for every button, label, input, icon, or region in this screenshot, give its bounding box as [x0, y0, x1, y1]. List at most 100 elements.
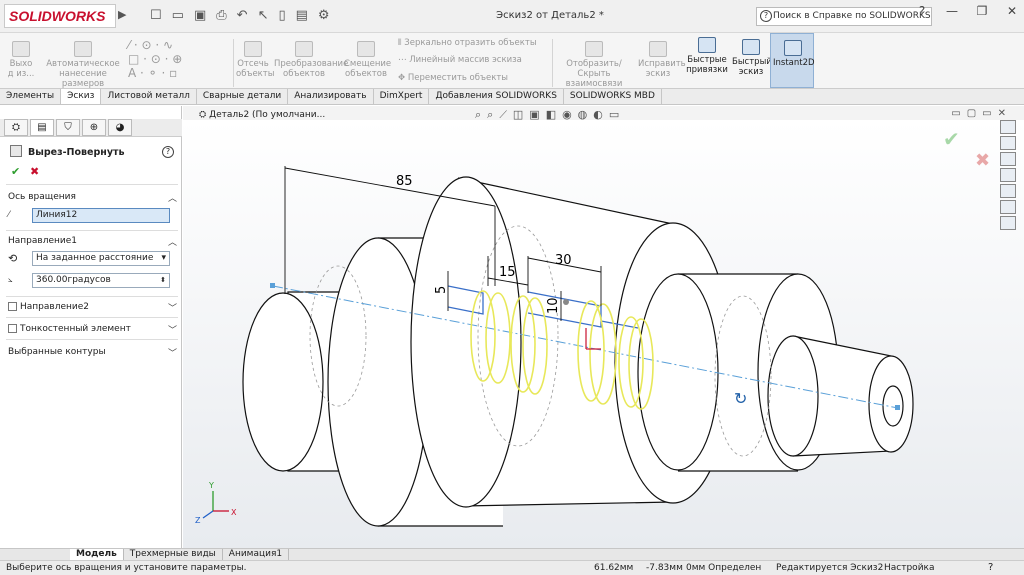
instant2d-label: Instant2D	[773, 58, 815, 68]
menu-expand-icon[interactable]: ▶	[118, 8, 126, 21]
save-icon[interactable]: ▣	[194, 8, 206, 23]
view-palette-icon[interactable]	[1000, 168, 1016, 182]
status-z: 0мм Определен	[686, 563, 762, 573]
axis-endpoint	[895, 405, 900, 410]
move-label: Переместить объекты	[407, 73, 509, 83]
thin-feature-row[interactable]: Тонкостенный элемент	[8, 324, 131, 334]
options-gear-icon[interactable]: ⚙	[318, 8, 330, 23]
help-question-icon: ?	[760, 10, 772, 22]
dim-85-label[interactable]: 85	[396, 174, 413, 189]
tab-weldments[interactable]: Сварные детали	[197, 89, 289, 104]
tab-mbd[interactable]: SOLIDWORKS MBD	[564, 89, 662, 104]
rapid-sketch-button[interactable]: Быстрый эскиз	[732, 39, 772, 77]
convert-icon	[295, 41, 313, 57]
angle-input[interactable]: 360.00градусов ⬍	[32, 273, 170, 288]
collapse-chevron-icon[interactable]: ︿	[168, 191, 177, 204]
window-controls: ? — ❐ ✕	[910, 4, 1024, 18]
offset-button[interactable]: Смещение объектов	[344, 41, 391, 79]
convert-button[interactable]: Преобразование объектов	[274, 41, 348, 79]
show-hide-relations-button[interactable]: Отобразить/Скрыть взаимосвязи	[555, 41, 633, 89]
help-icon[interactable]: ?	[162, 146, 174, 158]
rapid-sketch-label: Быстрый эскиз	[732, 57, 772, 77]
undo-icon[interactable]: ↶	[237, 8, 248, 23]
appearances-icon[interactable]	[1000, 184, 1016, 198]
triad-x-label: X	[231, 508, 237, 517]
help-search-text: Поиск в Справке по SOLIDWORKS	[773, 11, 931, 21]
status-settings[interactable]: Настройка	[884, 561, 935, 575]
close-button[interactable]: ✕	[1000, 4, 1024, 18]
print-icon[interactable]: ⎙	[216, 8, 226, 23]
dim-10-label[interactable]: 10	[546, 297, 561, 314]
forum-icon[interactable]	[1000, 216, 1016, 230]
mirror-button[interactable]: ⫴ Зеркально отразить объекты	[398, 38, 537, 48]
direction2-row[interactable]: Направление2	[8, 302, 89, 312]
configuration-tab-icon[interactable]: ⛉	[56, 119, 80, 136]
minimize-button[interactable]: —	[940, 4, 964, 18]
instant2d-icon	[784, 40, 802, 56]
tab-model[interactable]: Модель	[70, 549, 124, 560]
restore-button[interactable]: ❐	[970, 4, 994, 18]
linear-pattern-button[interactable]: ⋯ Линейный массив эскиза	[398, 55, 522, 65]
axis-section-header[interactable]: Ось вращения	[8, 192, 76, 202]
thin-feature-checkbox[interactable]	[8, 324, 17, 333]
move-button[interactable]: ✥ Переместить объекты	[398, 73, 508, 83]
file-properties-icon[interactable]: ▤	[296, 8, 308, 23]
design-library-icon[interactable]	[1000, 136, 1016, 150]
cancel-button[interactable]: ✖	[30, 165, 39, 178]
graphics-area[interactable]: ⛭ Деталь2 (По умолчани... ⌕⌕⟋◫▣◧◉◍◐▭ ▭▢▭…	[183, 106, 1024, 548]
tab-animation[interactable]: Анимация1	[223, 549, 290, 560]
instant2d-button[interactable]: Instant2D	[770, 33, 815, 88]
tab-evaluate[interactable]: Анализировать	[288, 89, 374, 104]
dim-30-label[interactable]: 30	[555, 253, 572, 268]
feature-tree-tab-icon[interactable]: ⛭	[4, 119, 28, 136]
reverse-direction-icon[interactable]: ⟲	[8, 252, 17, 265]
sw-resources-icon[interactable]	[1000, 120, 1016, 134]
ok-button[interactable]: ✔	[11, 165, 20, 178]
direction2-checkbox[interactable]	[8, 302, 17, 311]
quick-snaps-button[interactable]: Быстрые привязки	[684, 37, 730, 75]
angle-value: 360.00градусов	[36, 275, 111, 285]
file-explorer-icon[interactable]	[1000, 152, 1016, 166]
select-icon[interactable]: ↖	[258, 8, 269, 23]
rebuild-icon[interactable]: ▯	[278, 8, 285, 23]
new-file-icon[interactable]: ☐	[150, 8, 162, 23]
appearance-tab-icon[interactable]: ◕	[108, 119, 132, 136]
expand-chevron-icon[interactable]: ﹀	[168, 323, 177, 336]
direction1-type-select[interactable]: На заданное расстояние ▾	[32, 251, 170, 266]
trim-button[interactable]: Отсечь объекты	[236, 41, 274, 79]
expand-chevron-icon[interactable]: ﹀	[168, 301, 177, 314]
help-icon[interactable]: ?	[988, 561, 993, 575]
tab-addins[interactable]: Добавления SOLIDWORKS	[429, 89, 564, 104]
selected-contours-header[interactable]: Выбранные контуры	[8, 347, 106, 357]
dim-15-label[interactable]: 15	[499, 265, 516, 280]
quick-snaps-label: Быстрые привязки	[686, 55, 728, 75]
tab-3d-views[interactable]: Трехмерные виды	[124, 549, 223, 560]
auto-dimension-button[interactable]: Автоматическое нанесение размеров	[42, 41, 124, 89]
confirm-cancel-icon[interactable]: ✖	[975, 150, 990, 171]
confirm-ok-icon[interactable]: ✔	[943, 127, 960, 151]
tab-features[interactable]: Элементы	[0, 89, 62, 104]
spinner-icon[interactable]: ⬍	[160, 274, 166, 287]
help-search-input[interactable]: ? Поиск в Справке по SOLIDWORKS	[756, 7, 932, 26]
rotate-handle-icon[interactable]: ↻	[734, 389, 747, 408]
collapse-chevron-icon[interactable]: ︿	[168, 235, 177, 248]
open-file-icon[interactable]: ▭	[172, 8, 184, 23]
mirror-label: Зеркально отразить объекты	[404, 38, 537, 48]
sketch-tools-grid[interactable]: ⁄ · ⊙ · ∿ □ · ⊙ · ⊕ A · ⚬ · ▫	[128, 38, 182, 80]
tab-sheet-metal[interactable]: Листовой металл	[101, 89, 197, 104]
help-icon[interactable]: ?	[910, 4, 934, 18]
dimxpert-tab-icon[interactable]: ⊕	[82, 119, 106, 136]
exit-sketch-button[interactable]: Выхо д из...	[6, 41, 36, 79]
tab-dimxpert[interactable]: DimXpert	[374, 89, 430, 104]
repair-sketch-button[interactable]: Исправить эскиз	[638, 41, 686, 79]
status-editing: Редактируется Эскиз2	[776, 563, 884, 573]
tab-sketch[interactable]: Эскиз	[61, 89, 102, 104]
custom-properties-icon[interactable]	[1000, 200, 1016, 214]
exit-sketch-label: Выхо д из...	[7, 59, 35, 79]
axis-of-revolution-field[interactable]: Линия12	[32, 208, 170, 223]
property-manager-tab-icon[interactable]: ▤	[30, 119, 54, 136]
expand-chevron-icon[interactable]: ﹀	[168, 346, 177, 359]
direction1-section-header[interactable]: Направление1	[8, 236, 77, 246]
solidworks-logo[interactable]: SOLIDWORKS	[4, 4, 116, 28]
dim-5-label[interactable]: 5	[434, 286, 449, 294]
